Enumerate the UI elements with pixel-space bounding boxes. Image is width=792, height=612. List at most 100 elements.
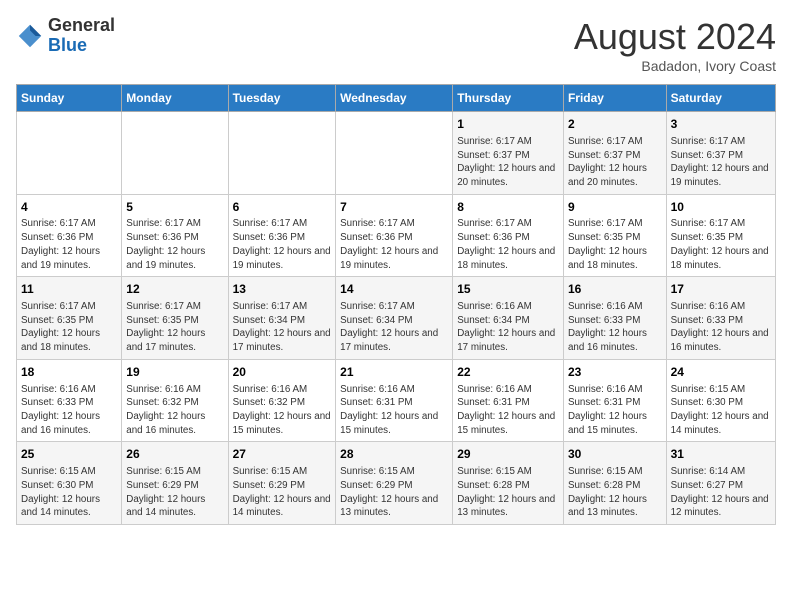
calendar-cell: 9Sunrise: 6:17 AMSunset: 6:35 PMDaylight…	[563, 194, 666, 277]
day-number: 20	[233, 364, 332, 381]
day-number: 3	[671, 116, 771, 133]
calendar-cell: 18 Sunrise: 6:16 AMSunset: 6:33 PMDayligh…	[17, 359, 122, 442]
day-info: Sunrise: 6:17 AMSunset: 6:35 PMDaylight:…	[671, 217, 771, 272]
calendar-cell: 7Sunrise: 6:17 AMSunset: 6:36 PMDaylight…	[336, 194, 453, 277]
header-tuesday: Tuesday	[228, 85, 336, 112]
day-number: 19	[126, 364, 223, 381]
day-info: Sunrise: 6:16 AMSunset: 6:33 PMDaylight:…	[568, 300, 662, 355]
header-saturday: Saturday	[666, 85, 775, 112]
calendar-cell: 14 Sunrise: 6:17 AMSunset: 6:34 PMDayligh…	[336, 277, 453, 360]
day-number: 31	[671, 446, 771, 463]
day-info: Sunrise: 6:17 AMSunset: 6:34 PMDaylight:…	[233, 300, 332, 355]
day-info: Sunrise: 6:16 AMSunset: 6:32 PMDaylight:…	[126, 383, 223, 438]
calendar-cell: 28 Sunrise: 6:15 AMSunset: 6:29 PMDayligh…	[336, 442, 453, 525]
day-info: Sunrise: 6:15 AMSunset: 6:30 PMDaylight:…	[21, 465, 117, 520]
calendar-header: Sunday Monday Tuesday Wednesday Thursday…	[17, 85, 776, 112]
calendar-cell: 13 Sunrise: 6:17 AMSunset: 6:34 PMDayligh…	[228, 277, 336, 360]
location-subtitle: Badadon, Ivory Coast	[574, 58, 776, 74]
day-number: 7	[340, 199, 448, 216]
calendar-cell: 27 Sunrise: 6:15 AMSunset: 6:29 PMDayligh…	[228, 442, 336, 525]
week-row-1: 1 Sunrise: 6:17 AMSunset: 6:37 PMDaylight…	[17, 112, 776, 195]
title-block: August 2024 Badadon, Ivory Coast	[574, 16, 776, 74]
day-number: 10	[671, 199, 771, 216]
calendar-cell: 24Sunrise: 6:15 AMSunset: 6:30 PMDayligh…	[666, 359, 775, 442]
calendar-cell: 15 Sunrise: 6:16 AMSunset: 6:34 PMDayligh…	[453, 277, 564, 360]
calendar-cell: 30Sunrise: 6:15 AMSunset: 6:28 PMDayligh…	[563, 442, 666, 525]
day-number: 12	[126, 281, 223, 298]
day-number: 26	[126, 446, 223, 463]
calendar-cell	[336, 112, 453, 195]
calendar-cell: 8Sunrise: 6:17 AMSunset: 6:36 PMDaylight…	[453, 194, 564, 277]
calendar-cell: 1Sunrise: 6:17 AMSunset: 6:37 PMDaylight…	[453, 112, 564, 195]
day-info: Sunrise: 6:15 AMSunset: 6:29 PMDaylight:…	[233, 465, 332, 520]
calendar-cell: 3 Sunrise: 6:17 AMSunset: 6:37 PMDaylight…	[666, 112, 775, 195]
day-info: Sunrise: 6:17 AMSunset: 6:34 PMDaylight:…	[340, 300, 448, 355]
day-number: 23	[568, 364, 662, 381]
day-info: Sunrise: 6:17 AMSunset: 6:37 PMDaylight:…	[568, 135, 662, 190]
day-number: 11	[21, 281, 117, 298]
calendar-cell: 6Sunrise: 6:17 AMSunset: 6:36 PMDaylight…	[228, 194, 336, 277]
day-number: 14	[340, 281, 448, 298]
day-info: Sunrise: 6:17 AMSunset: 6:36 PMDaylight:…	[233, 217, 332, 272]
calendar-cell: 11 Sunrise: 6:17 AMSunset: 6:35 PMDayligh…	[17, 277, 122, 360]
calendar-cell: 20 Sunrise: 6:16 AMSunset: 6:32 PMDayligh…	[228, 359, 336, 442]
calendar-cell: 26 Sunrise: 6:15 AMSunset: 6:29 PMDayligh…	[122, 442, 228, 525]
calendar-cell: 17 Sunrise: 6:16 AMSunset: 6:33 PMDayligh…	[666, 277, 775, 360]
day-info: Sunrise: 6:16 AMSunset: 6:32 PMDaylight:…	[233, 383, 332, 438]
day-info: Sunrise: 6:17 AMSunset: 6:35 PMDaylight:…	[126, 300, 223, 355]
calendar-cell: 12 Sunrise: 6:17 AMSunset: 6:35 PMDayligh…	[122, 277, 228, 360]
day-number: 4	[21, 199, 117, 216]
day-number: 8	[457, 199, 559, 216]
header-wednesday: Wednesday	[336, 85, 453, 112]
day-number: 22	[457, 364, 559, 381]
day-info: Sunrise: 6:15 AMSunset: 6:28 PMDaylight:…	[568, 465, 662, 520]
day-info: Sunrise: 6:15 AMSunset: 6:29 PMDaylight:…	[340, 465, 448, 520]
day-info: Sunrise: 6:16 AMSunset: 6:33 PMDaylight:…	[671, 300, 771, 355]
month-year-title: August 2024	[574, 16, 776, 58]
calendar-cell: 21Sunrise: 6:16 AMSunset: 6:31 PMDayligh…	[336, 359, 453, 442]
logo: General Blue	[16, 16, 115, 56]
day-number: 6	[233, 199, 332, 216]
day-info: Sunrise: 6:16 AMSunset: 6:33 PMDaylight:…	[21, 383, 117, 438]
day-info: Sunrise: 6:16 AMSunset: 6:31 PMDaylight:…	[457, 383, 559, 438]
day-number: 29	[457, 446, 559, 463]
day-number: 18	[21, 364, 117, 381]
day-number: 1	[457, 116, 559, 133]
day-info: Sunrise: 6:16 AMSunset: 6:34 PMDaylight:…	[457, 300, 559, 355]
header-monday: Monday	[122, 85, 228, 112]
day-number: 5	[126, 199, 223, 216]
day-number: 27	[233, 446, 332, 463]
calendar-cell	[17, 112, 122, 195]
calendar-cell: 31 Sunrise: 6:14 AMSunset: 6:27 PMDayligh…	[666, 442, 775, 525]
day-number: 16	[568, 281, 662, 298]
day-number: 28	[340, 446, 448, 463]
calendar-table: Sunday Monday Tuesday Wednesday Thursday…	[16, 84, 776, 525]
day-number: 17	[671, 281, 771, 298]
calendar-cell: 2 Sunrise: 6:17 AMSunset: 6:37 PMDaylight…	[563, 112, 666, 195]
calendar-cell	[228, 112, 336, 195]
day-info: Sunrise: 6:14 AMSunset: 6:27 PMDaylight:…	[671, 465, 771, 520]
calendar-cell: 4Sunrise: 6:17 AMSunset: 6:36 PMDaylight…	[17, 194, 122, 277]
day-info: Sunrise: 6:16 AMSunset: 6:31 PMDaylight:…	[568, 383, 662, 438]
day-info: Sunrise: 6:15 AMSunset: 6:28 PMDaylight:…	[457, 465, 559, 520]
day-info: Sunrise: 6:15 AMSunset: 6:29 PMDaylight:…	[126, 465, 223, 520]
calendar-cell: 10Sunrise: 6:17 AMSunset: 6:35 PMDayligh…	[666, 194, 775, 277]
day-info: Sunrise: 6:17 AMSunset: 6:35 PMDaylight:…	[21, 300, 117, 355]
day-info: Sunrise: 6:17 AMSunset: 6:37 PMDaylight:…	[671, 135, 771, 190]
logo-general-text: General	[48, 15, 115, 35]
header-sunday: Sunday	[17, 85, 122, 112]
calendar-cell	[122, 112, 228, 195]
day-number: 24	[671, 364, 771, 381]
logo-blue-text: Blue	[48, 35, 87, 55]
calendar-cell: 29 Sunrise: 6:15 AMSunset: 6:28 PMDayligh…	[453, 442, 564, 525]
day-number: 2	[568, 116, 662, 133]
day-number: 13	[233, 281, 332, 298]
day-info: Sunrise: 6:17 AMSunset: 6:36 PMDaylight:…	[21, 217, 117, 272]
logo-icon	[16, 22, 44, 50]
calendar-cell: 16 Sunrise: 6:16 AMSunset: 6:33 PMDayligh…	[563, 277, 666, 360]
week-row-5: 25Sunrise: 6:15 AMSunset: 6:30 PMDayligh…	[17, 442, 776, 525]
day-number: 15	[457, 281, 559, 298]
day-info: Sunrise: 6:16 AMSunset: 6:31 PMDaylight:…	[340, 383, 448, 438]
week-row-3: 11 Sunrise: 6:17 AMSunset: 6:35 PMDayligh…	[17, 277, 776, 360]
page-header: General Blue August 2024 Badadon, Ivory …	[16, 16, 776, 74]
